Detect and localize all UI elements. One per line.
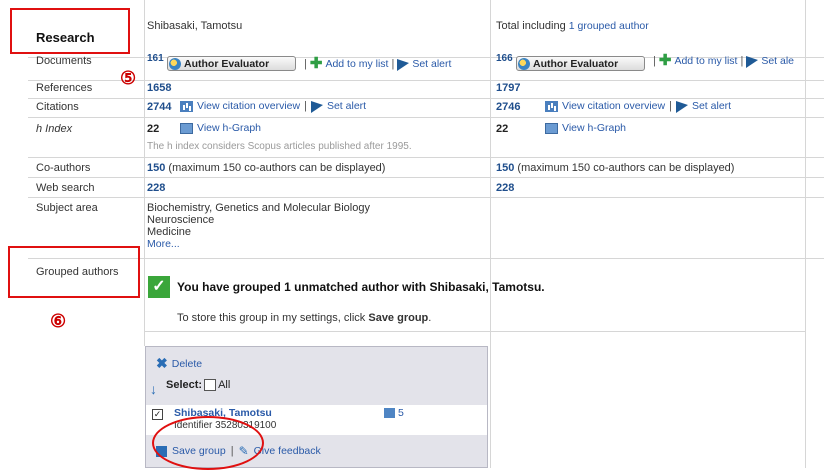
row-divider — [28, 80, 824, 81]
author-evaluator-icon — [169, 57, 181, 70]
plus-icon: ✚ — [309, 55, 323, 72]
citation-actions: View citation overview | Set alert — [180, 98, 366, 114]
select-all-checkbox[interactable] — [204, 379, 217, 391]
row-divider — [28, 157, 824, 158]
total-header: Total including 1 grouped author — [496, 20, 649, 32]
subject-item: Biochemistry, Genetics and Molecular Bio… — [147, 202, 370, 214]
author-evaluator-button[interactable]: Author Evaluator — [167, 56, 296, 71]
row-divider — [28, 177, 824, 178]
annotation-step-5: ⑤ — [120, 68, 137, 88]
bar-chart-icon — [180, 100, 193, 112]
give-feedback-link[interactable]: Give feedback — [254, 445, 321, 457]
h-graph-icon — [180, 122, 193, 134]
row-label-references: References — [36, 82, 93, 94]
set-alert-link-total[interactable]: Set ale — [761, 55, 794, 67]
delete-action[interactable]: ✖ Delete — [156, 355, 202, 372]
row-label-web-search: Web search — [36, 182, 95, 194]
row-label-citations: Citations — [36, 101, 79, 113]
citation-set-alert-link[interactable]: Set alert — [327, 100, 366, 112]
row-label-coauthors: Co-authors — [36, 162, 91, 174]
column-divider — [490, 0, 491, 468]
plus-icon: ✚ — [658, 52, 672, 69]
h-graph-action-total[interactable]: View h-Graph — [545, 122, 626, 134]
store-group-instruction: To store this group in my settings, clic… — [177, 312, 432, 324]
citations-count-total[interactable]: 2746 — [496, 101, 520, 113]
documents-count-total[interactable]: 166 — [496, 53, 513, 64]
author-doc-count[interactable]: 5 — [384, 407, 404, 419]
citation-set-alert-link-total[interactable]: Set alert — [692, 100, 731, 112]
row-divider — [28, 197, 824, 198]
row-label-subject-area: Subject area — [36, 202, 98, 214]
author-evaluator-icon — [518, 57, 530, 70]
view-citation-overview-link[interactable]: View citation overview — [197, 100, 300, 112]
add-to-list-action[interactable]: | ✚ Add to my list | Set alert — [304, 55, 451, 72]
alert-icon — [310, 98, 323, 114]
alert-icon — [675, 98, 688, 114]
subject-list: Biochemistry, Genetics and Molecular Bio… — [147, 202, 370, 250]
h-index-value-total: 22 — [496, 123, 509, 135]
web-search-count[interactable]: 228 — [147, 182, 165, 194]
h-index-value: 22 — [147, 123, 160, 135]
set-alert-link[interactable]: Set alert — [412, 58, 451, 70]
select-all: Select: All — [166, 379, 231, 391]
documents-icon — [384, 408, 395, 418]
alert-icon — [746, 53, 759, 69]
h-graph-action[interactable]: View h-Graph — [180, 122, 261, 134]
documents-count[interactable]: 161 — [147, 53, 164, 64]
row-divider — [28, 117, 824, 118]
author-evaluator-button-total[interactable]: Author Evaluator — [516, 56, 645, 71]
view-citation-overview-link-total[interactable]: View citation overview — [562, 100, 665, 112]
references-count-total[interactable]: 1797 — [496, 82, 520, 94]
subject-item: Neuroscience — [147, 214, 215, 226]
coauthors-count-total[interactable]: 150 — [496, 162, 514, 174]
grouped-author-link[interactable]: 1 grouped author — [569, 20, 649, 32]
row-divider — [28, 258, 824, 259]
coauthors-cell: 150 (maximum 150 co-authors can be displ… — [147, 162, 386, 174]
author-checkbox[interactable]: ✓ — [152, 409, 163, 420]
row-label-h-index: h Index — [36, 123, 73, 135]
web-search-count-total[interactable]: 228 — [496, 182, 514, 194]
coauthors-count[interactable]: 150 — [147, 162, 165, 174]
checkmark-icon: ✓ — [148, 276, 170, 298]
annotation-step-6: ⑥ — [50, 311, 67, 331]
annotation-ellipse-save-group — [152, 416, 264, 470]
grouped-message: You have grouped 1 unmatched author with… — [177, 280, 545, 294]
row-label-documents: Documents — [36, 55, 92, 67]
bar-chart-icon — [545, 100, 558, 112]
row-divider — [28, 98, 824, 99]
more-subjects-link[interactable]: More... — [147, 238, 370, 250]
arrow-down-icon: ↓ — [150, 381, 157, 397]
subject-item: Medicine — [147, 226, 192, 238]
h-graph-icon — [545, 122, 558, 134]
column-divider — [805, 0, 806, 468]
alert-icon — [397, 56, 410, 72]
annotation-box-grouped — [8, 246, 140, 298]
coauthors-cell-total: 150 (maximum 150 co-authors can be displ… — [496, 162, 735, 174]
row-divider — [144, 331, 806, 332]
add-to-list-action-total[interactable]: | ✚ Add to my list | Set ale — [653, 52, 794, 69]
h-index-note: The h index considers Scopus articles pu… — [147, 141, 412, 152]
references-count[interactable]: 1658 — [147, 82, 171, 94]
citation-actions-total: View citation overview | Set alert — [545, 98, 731, 114]
annotation-box-research — [10, 8, 130, 54]
delete-x-icon: ✖ — [156, 355, 168, 371]
author-name-header: Shibasaki, Tamotsu — [147, 20, 243, 32]
citations-count[interactable]: 2744 — [147, 101, 171, 113]
column-divider — [144, 0, 145, 346]
